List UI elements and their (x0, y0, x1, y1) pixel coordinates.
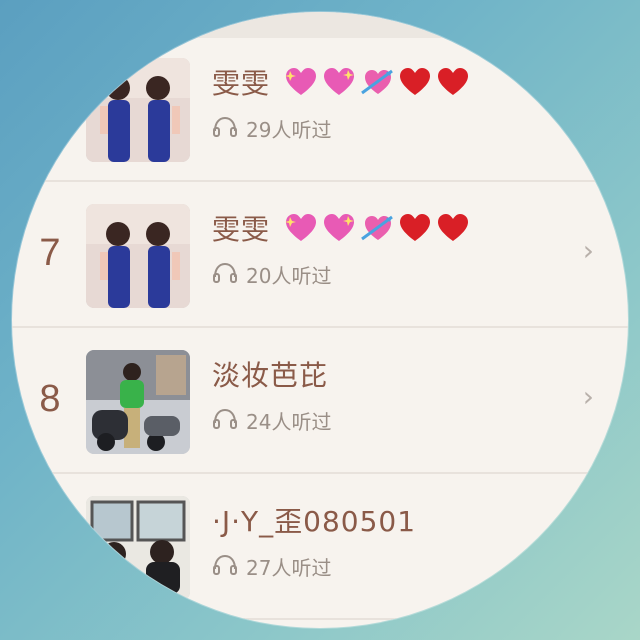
list-item[interactable]: ·J·Y_歪080501 27人听过 (12, 474, 628, 620)
chevron-right-icon[interactable]: › (583, 234, 594, 267)
user-name: ·J·Y_歪080501 (212, 505, 417, 538)
sparkling-heart-icon (284, 67, 318, 104)
listen-count-text: 29人听过 (246, 118, 332, 142)
red-heart-icon (436, 67, 470, 104)
list-item[interactable]: 雯雯 29人听过 (12, 36, 628, 182)
circular-viewport: 雯雯 29人听过 7 雯雯 20人听过 › 8 淡妆芭芘 24人听过 › ·J·… (12, 12, 628, 628)
ranking-list: 雯雯 29人听过 7 雯雯 20人听过 › 8 淡妆芭芘 24人听过 › ·J·… (12, 36, 628, 620)
avatar-thumbnail[interactable] (86, 350, 190, 454)
list-item[interactable]: 7 雯雯 20人听过 › (12, 182, 628, 328)
listen-count: 29人听过 (212, 114, 331, 143)
listen-count-text: 27人听过 (246, 556, 332, 580)
headphones-icon (212, 407, 238, 434)
user-name: 雯雯 (212, 208, 470, 250)
avatar-thumbnail[interactable] (86, 58, 190, 162)
listen-count: 20人听过 (212, 260, 331, 289)
red-heart-icon (398, 67, 432, 104)
top-divider (12, 12, 628, 38)
listen-count: 24人听过 (212, 406, 331, 435)
sparkling-heart-icon (322, 67, 356, 104)
listen-count: 27人听过 (212, 552, 331, 581)
heart-with-arrow-icon (360, 213, 394, 250)
user-name: 淡妆芭芘 (212, 359, 329, 392)
red-heart-icon (436, 213, 470, 250)
heart-with-arrow-icon (360, 67, 394, 104)
avatar-thumbnail[interactable] (86, 496, 190, 600)
listen-count-text: 20人听过 (246, 264, 332, 288)
sparkling-heart-icon (322, 213, 356, 250)
listen-count-text: 24人听过 (246, 410, 332, 434)
rank-number: 7 (39, 232, 61, 274)
headphones-icon (212, 115, 238, 142)
user-name: 雯雯 (212, 62, 470, 104)
sparkling-heart-icon (284, 213, 318, 250)
headphones-icon (212, 553, 238, 580)
list-item[interactable]: 8 淡妆芭芘 24人听过 › (12, 328, 628, 474)
red-heart-icon (398, 213, 432, 250)
chevron-right-icon[interactable]: › (583, 380, 594, 413)
rank-number: 8 (39, 378, 61, 420)
headphones-icon (212, 261, 238, 288)
avatar-thumbnail[interactable] (86, 204, 190, 308)
